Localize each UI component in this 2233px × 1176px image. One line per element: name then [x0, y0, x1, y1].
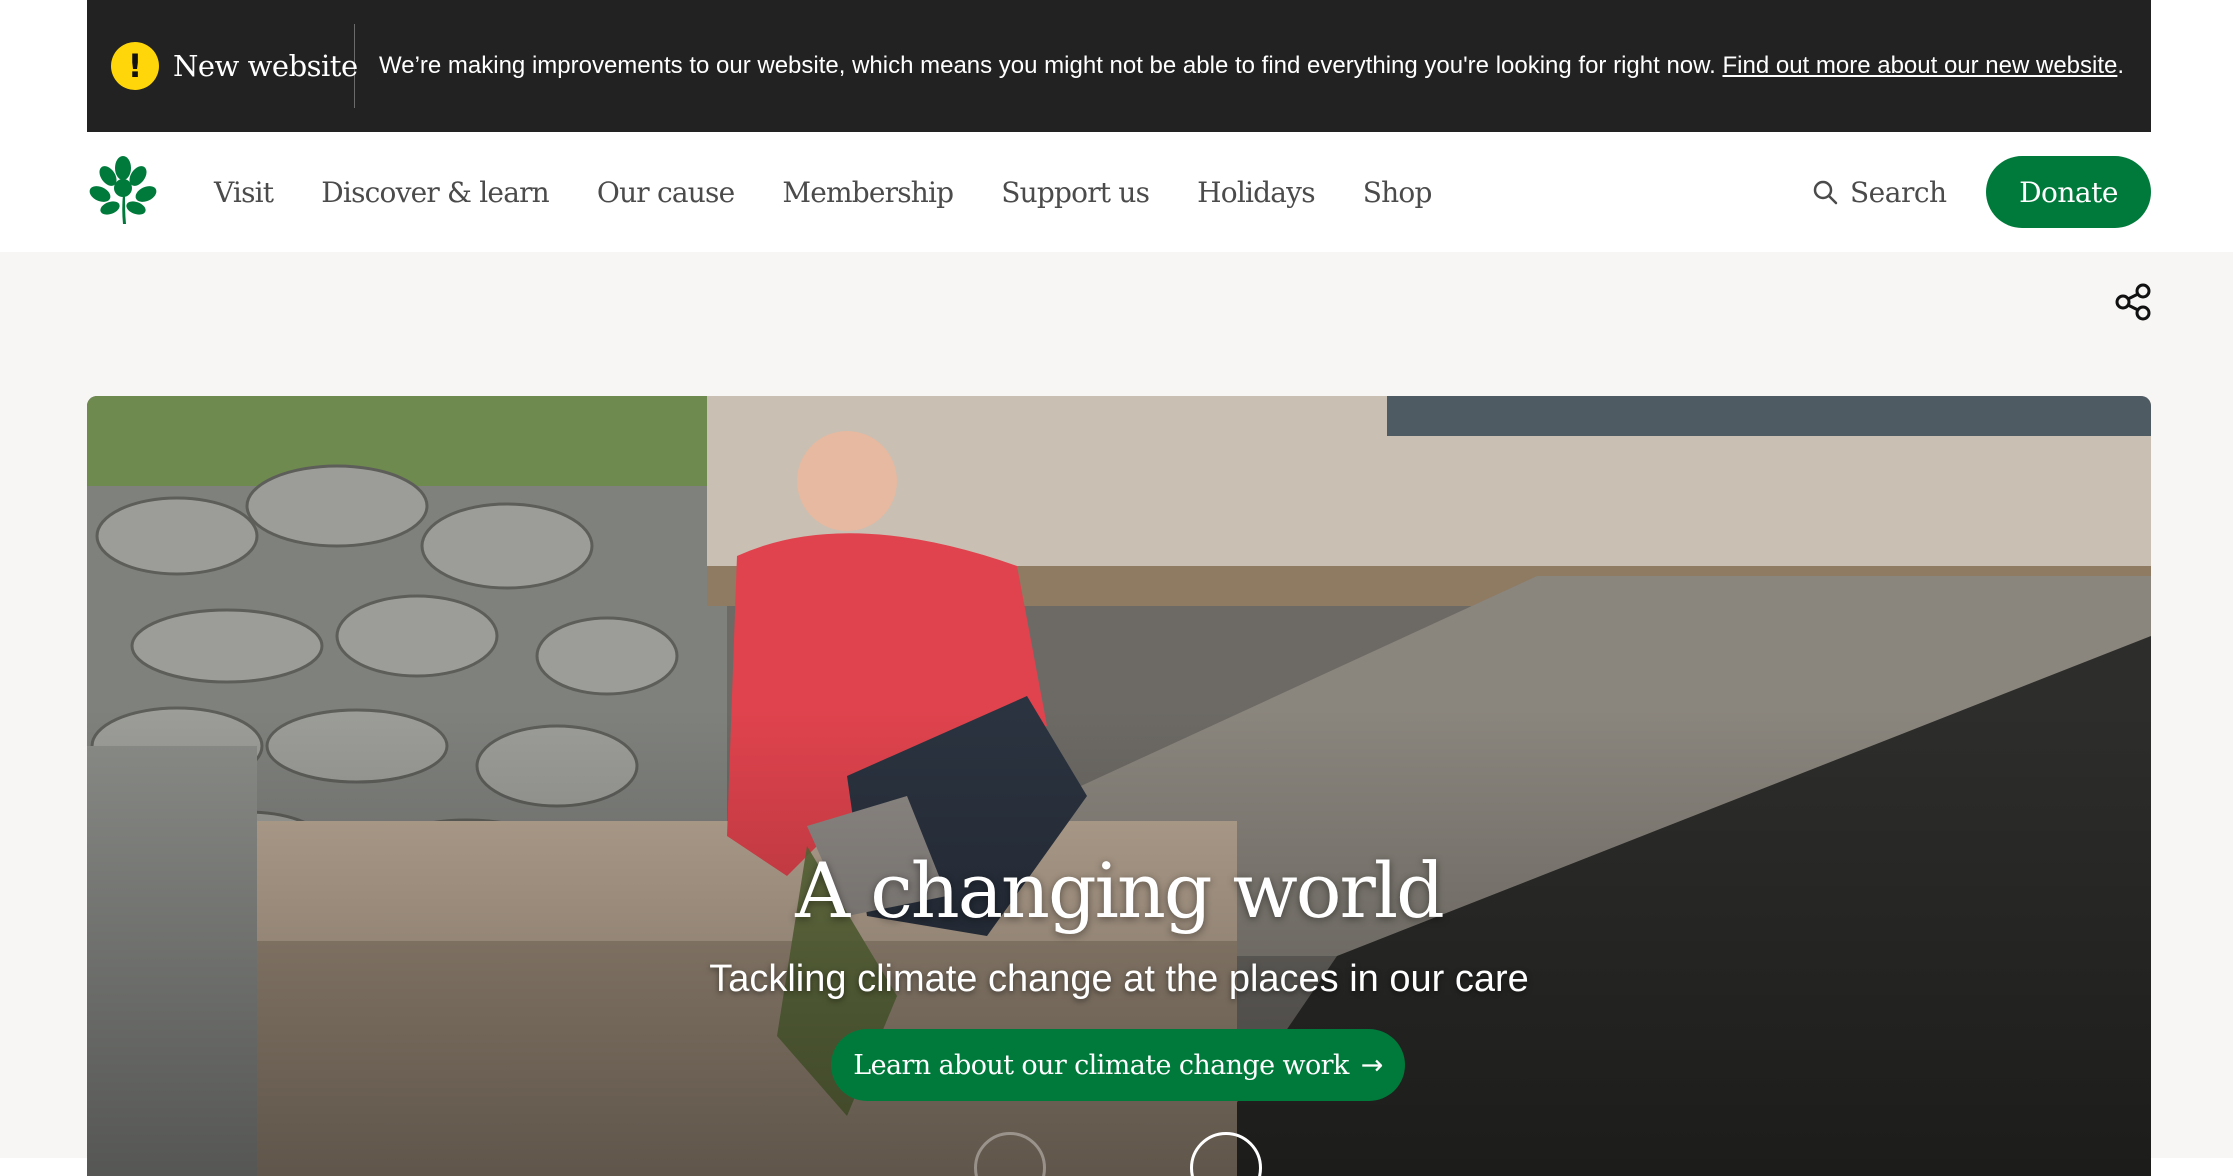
site-header: Visit Discover & learn Our cause Members…	[0, 132, 2233, 252]
donate-button[interactable]: Donate	[1986, 156, 2151, 228]
nav-item-holidays[interactable]: Holidays	[1173, 176, 1339, 209]
climate-change-cta-button[interactable]: Learn about our climate change work →	[831, 1029, 1405, 1101]
hero-title: A changing world	[795, 846, 1445, 935]
nav-item-our-cause[interactable]: Our cause	[573, 176, 758, 209]
nav-item-discover-learn[interactable]: Discover & learn	[297, 176, 573, 209]
nav-item-shop[interactable]: Shop	[1339, 176, 1456, 209]
hero-subtitle: Tackling climate change at the places in…	[709, 958, 1529, 1000]
nav-item-membership[interactable]: Membership	[758, 176, 977, 209]
new-website-badge: ! New website	[87, 24, 358, 108]
badge-label: New website	[173, 49, 358, 83]
oak-leaf-logo[interactable]	[86, 154, 160, 228]
nav-item-support-us[interactable]: Support us	[977, 176, 1173, 209]
arrow-right-icon: →	[1360, 1049, 1384, 1081]
banner-message-text: We’re making improvements to our website…	[379, 52, 1723, 79]
new-website-link[interactable]: Find out more about our new website	[1722, 52, 2117, 79]
search-button[interactable]: Search	[1812, 132, 1947, 252]
warning-icon: !	[111, 42, 159, 90]
search-label: Search	[1850, 175, 1947, 209]
cta-label: Learn about our climate change work	[853, 1049, 1349, 1081]
site-notice-banner: ! New website We’re making improvements …	[87, 0, 2151, 132]
main-nav: Visit Discover & learn Our cause Members…	[190, 132, 1456, 252]
nav-item-visit[interactable]: Visit	[190, 176, 297, 209]
banner-message: We’re making improvements to our website…	[379, 52, 2124, 80]
hero-banner: A changing world Tackling climate change…	[87, 396, 2151, 1176]
share-icon[interactable]	[2114, 282, 2154, 322]
search-icon	[1813, 180, 1838, 205]
banner-trailing: .	[2117, 52, 2125, 79]
page-content: A changing world Tackling climate change…	[0, 252, 2233, 1176]
